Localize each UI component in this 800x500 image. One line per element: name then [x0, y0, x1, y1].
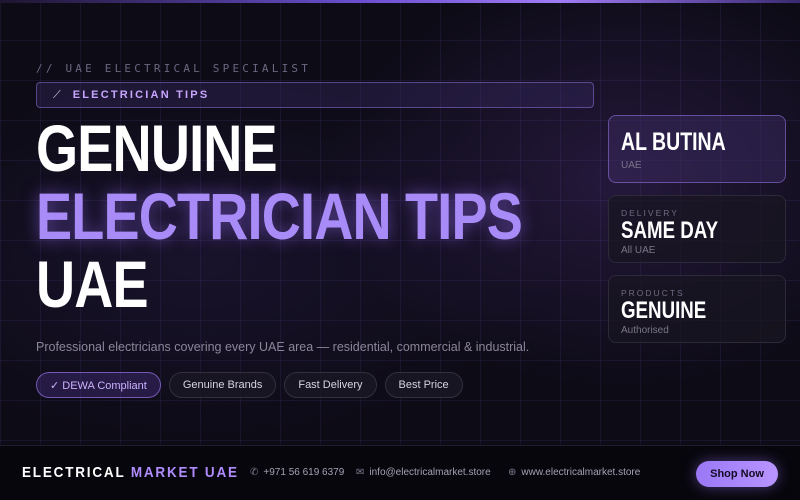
headline-line-2: ELECTRICIAN TIPS: [36, 179, 523, 253]
delivery-card-value: SAME DAY: [621, 217, 719, 244]
pill-best-price[interactable]: Best Price: [384, 372, 463, 398]
top-accent-line: [0, 0, 800, 3]
brand-logo[interactable]: ELECTRICAL MARKET UAE: [22, 464, 239, 481]
globe-icon: ⊕: [508, 467, 517, 478]
brand-accent: MARKET UAE: [130, 464, 239, 481]
website-link[interactable]: ⊕ www.electricalmarket.store: [508, 467, 640, 478]
info-cards: AL BUTINA UAE DELIVERY SAME DAY All UAE …: [608, 115, 786, 355]
page-title: GENUINE ELECTRICIAN TIPS UAE: [36, 111, 523, 321]
products-card: PRODUCTS GENUINE Authorised: [608, 275, 786, 343]
eyebrow-text: // UAE ELECTRICAL SPECIALIST: [36, 62, 312, 75]
brand-main: ELECTRICAL: [22, 464, 126, 481]
location-card-value: AL BUTINA: [621, 128, 726, 156]
feature-pills: ✓ DEWA Compliant Genuine Brands Fast Del…: [36, 372, 463, 398]
products-card-value: GENUINE: [621, 297, 707, 324]
pill-genuine-brands[interactable]: Genuine Brands: [168, 372, 277, 398]
location-card: AL BUTINA UAE: [608, 115, 786, 183]
email-text: info@electricalmarket.store: [369, 467, 491, 478]
shop-now-button[interactable]: Shop Now: [696, 461, 778, 487]
headline-line-1: GENUINE: [36, 111, 278, 185]
website-text: www.electricalmarket.store: [521, 467, 641, 478]
phone-contact[interactable]: ✆ +971 56 619 6379: [250, 467, 344, 478]
pill-fast-delivery[interactable]: Fast Delivery: [284, 372, 377, 398]
email-contact[interactable]: ✉ info@electricalmarket.store: [356, 467, 491, 478]
category-tag: ⟋ ELECTRICIAN TIPS: [36, 82, 594, 108]
footer-bar: ELECTRICAL MARKET UAE ✆ +971 56 619 6379…: [0, 445, 800, 500]
mail-icon: ✉: [356, 467, 365, 478]
wrench-icon: ⟋: [53, 88, 61, 101]
location-card-sub: UAE: [621, 160, 642, 171]
delivery-card-sub: All UAE: [621, 245, 656, 256]
hero-subtitle: Professional electricians covering every…: [36, 340, 530, 354]
delivery-card: DELIVERY SAME DAY All UAE: [608, 195, 786, 263]
products-card-sub: Authorised: [621, 325, 669, 336]
pill-dewa-compliant[interactable]: ✓ DEWA Compliant: [36, 372, 161, 398]
phone-icon: ✆: [250, 467, 259, 478]
phone-text: +971 56 619 6379: [263, 467, 345, 478]
category-tag-label: ELECTRICIAN TIPS: [72, 89, 210, 101]
headline-line-3: UAE: [36, 247, 149, 321]
